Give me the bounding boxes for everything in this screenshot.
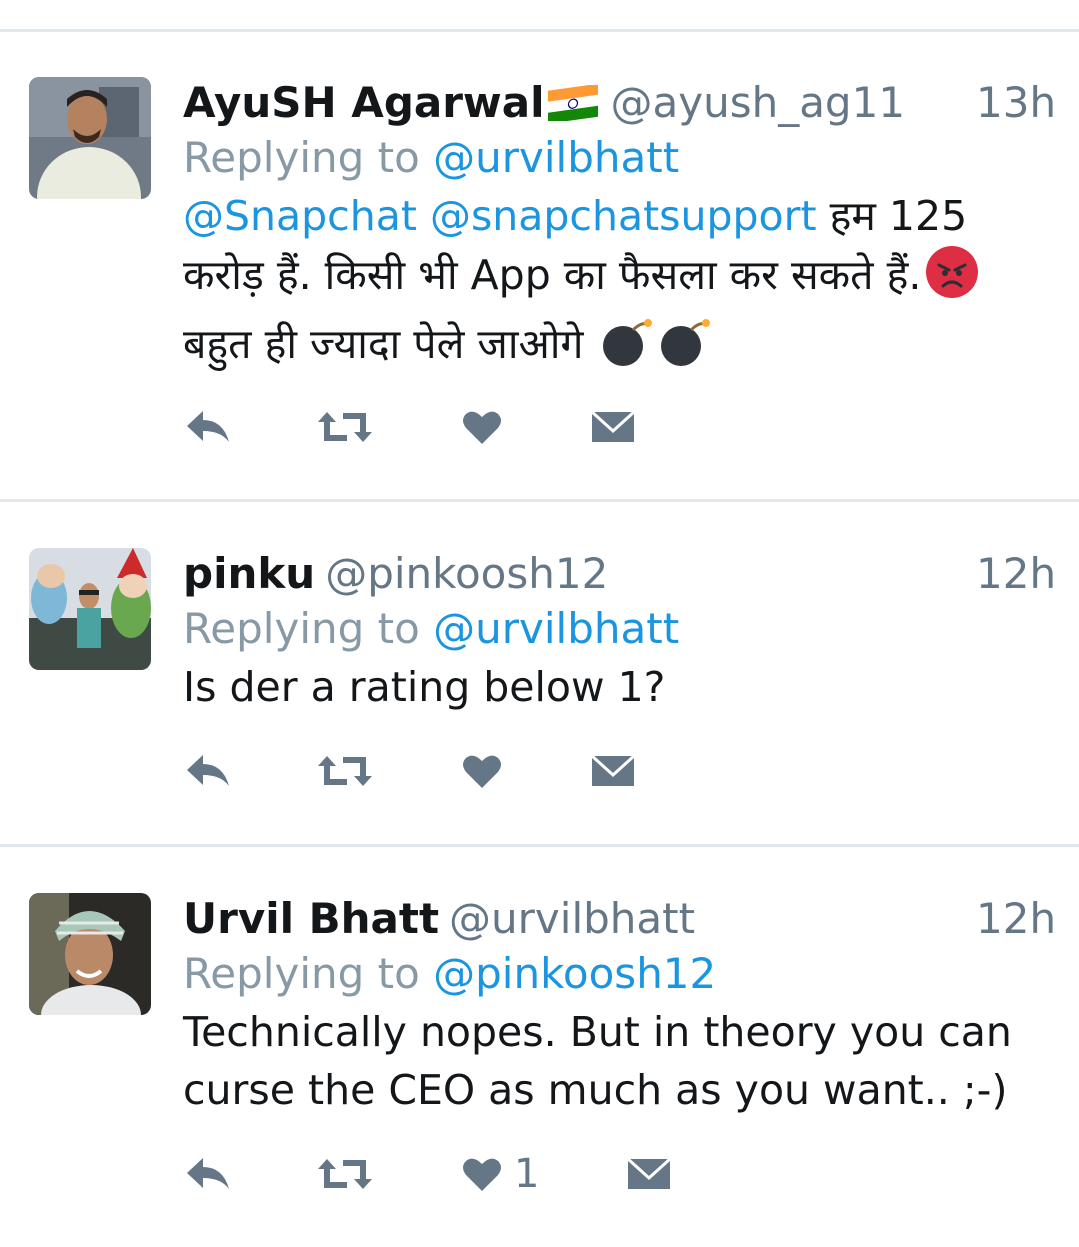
divider — [0, 844, 1079, 847]
retweet-icon — [318, 412, 372, 442]
tweet-header: Urvil Bhatt @urvilbhatt — [183, 893, 1023, 945]
avatar[interactable] — [29, 548, 151, 670]
retweet-button[interactable] — [317, 397, 373, 457]
user-handle[interactable]: @pinkoosh12 — [325, 549, 608, 598]
reply-icon — [187, 1158, 229, 1189]
user-name[interactable]: Urvil Bhatt — [183, 894, 439, 943]
bomb-emoji — [659, 314, 713, 383]
retweet-icon — [318, 1159, 372, 1189]
tweet-header: pinku @pinkoosh12 — [183, 548, 1023, 600]
tweet-content: Urvil Bhatt @urvilbhatt Replying to @pink… — [183, 893, 1023, 1119]
like-count: 1 — [514, 1151, 540, 1197]
reply-button[interactable] — [185, 741, 231, 801]
replying-prefix: Replying to — [183, 949, 434, 998]
envelope-icon — [591, 410, 635, 442]
mention-link[interactable]: @snapchatsupport — [430, 192, 817, 240]
avatar[interactable] — [29, 893, 151, 1015]
tweet-timestamp[interactable]: 12h — [976, 548, 1056, 600]
reply-icon — [187, 755, 229, 786]
divider — [0, 499, 1079, 502]
retweet-button[interactable] — [317, 741, 373, 801]
replying-prefix: Replying to — [183, 604, 434, 653]
replying-to-link[interactable]: @pinkoosh12 — [433, 949, 716, 998]
avatar[interactable] — [29, 77, 151, 199]
angry-face-emoji — [925, 245, 979, 314]
tweet-text-segment: curse the CEO as much as you want.. ;-) — [183, 1066, 1008, 1114]
tweet-header: AyuSH Agarwal @ayush_ag11 — [183, 77, 1023, 129]
reply-icon — [187, 411, 229, 442]
tweet-text: Technically nopes. But in theory you can… — [183, 1003, 1023, 1119]
like-button[interactable]: 1 — [462, 1144, 539, 1204]
replying-prefix: Replying to — [183, 133, 434, 182]
envelope-icon — [591, 754, 635, 786]
tweet-content: AyuSH Agarwal @ayush_ag11 Replying to @ur… — [183, 77, 1023, 383]
tweet-content: pinku @pinkoosh12 Replying to @urvilbhatt… — [183, 548, 1023, 716]
replying-to: Replying to @urvilbhatt — [183, 129, 1023, 187]
replying-to: Replying to @pinkoosh12 — [183, 945, 1023, 1003]
reply-button[interactable] — [185, 1144, 231, 1204]
direct-message-button[interactable] — [591, 741, 635, 801]
tweet-text: Is der a rating below 1? — [183, 658, 1023, 716]
heart-icon — [463, 411, 501, 444]
tweet-actions — [183, 397, 703, 457]
divider-top — [0, 29, 1079, 32]
replying-to-link[interactable]: @urvilbhatt — [433, 604, 679, 653]
mention-link[interactable]: @Snapchat — [183, 192, 417, 240]
tweet-text-segment: करोड़ हैं. किसी भी App का फैसला कर सकते … — [183, 251, 922, 299]
tweet-text-segment: Technically nopes. But in theory you can — [183, 1008, 1012, 1056]
replying-to-link[interactable]: @urvilbhatt — [433, 133, 679, 182]
tweet-text-segment: Is der a rating below 1? — [183, 663, 666, 711]
tweet-timestamp[interactable]: 12h — [976, 893, 1056, 945]
heart-icon — [463, 755, 501, 788]
tweet-actions: 1 — [183, 1144, 703, 1204]
user-name[interactable]: pinku — [183, 549, 315, 598]
like-button[interactable] — [462, 741, 514, 801]
direct-message-button[interactable] — [591, 397, 635, 457]
user-handle[interactable]: @ayush_ag11 — [610, 78, 905, 127]
direct-message-button[interactable] — [627, 1144, 671, 1204]
tweet-actions — [183, 741, 703, 801]
tweet-text-segment: बहुत ही ज्यादा पेले जाओगे — [183, 320, 584, 368]
tweet-timestamp[interactable]: 13h — [976, 77, 1056, 129]
tweet-text-segment: हम 125 — [816, 192, 968, 240]
retweet-icon — [318, 756, 372, 786]
indian-flag-emoji — [546, 81, 600, 133]
tweet-text: @Snapchat @snapchatsupport हम 125 करोड़ … — [183, 187, 1023, 383]
bomb-emoji — [601, 314, 655, 383]
user-name[interactable]: AyuSH Agarwal — [183, 78, 544, 127]
reply-button[interactable] — [185, 397, 231, 457]
replying-to: Replying to @urvilbhatt — [183, 600, 1023, 658]
user-handle[interactable]: @urvilbhatt — [449, 894, 695, 943]
envelope-icon — [627, 1157, 671, 1189]
heart-icon — [463, 1158, 501, 1191]
like-button[interactable] — [462, 397, 514, 457]
retweet-button[interactable] — [317, 1144, 373, 1204]
